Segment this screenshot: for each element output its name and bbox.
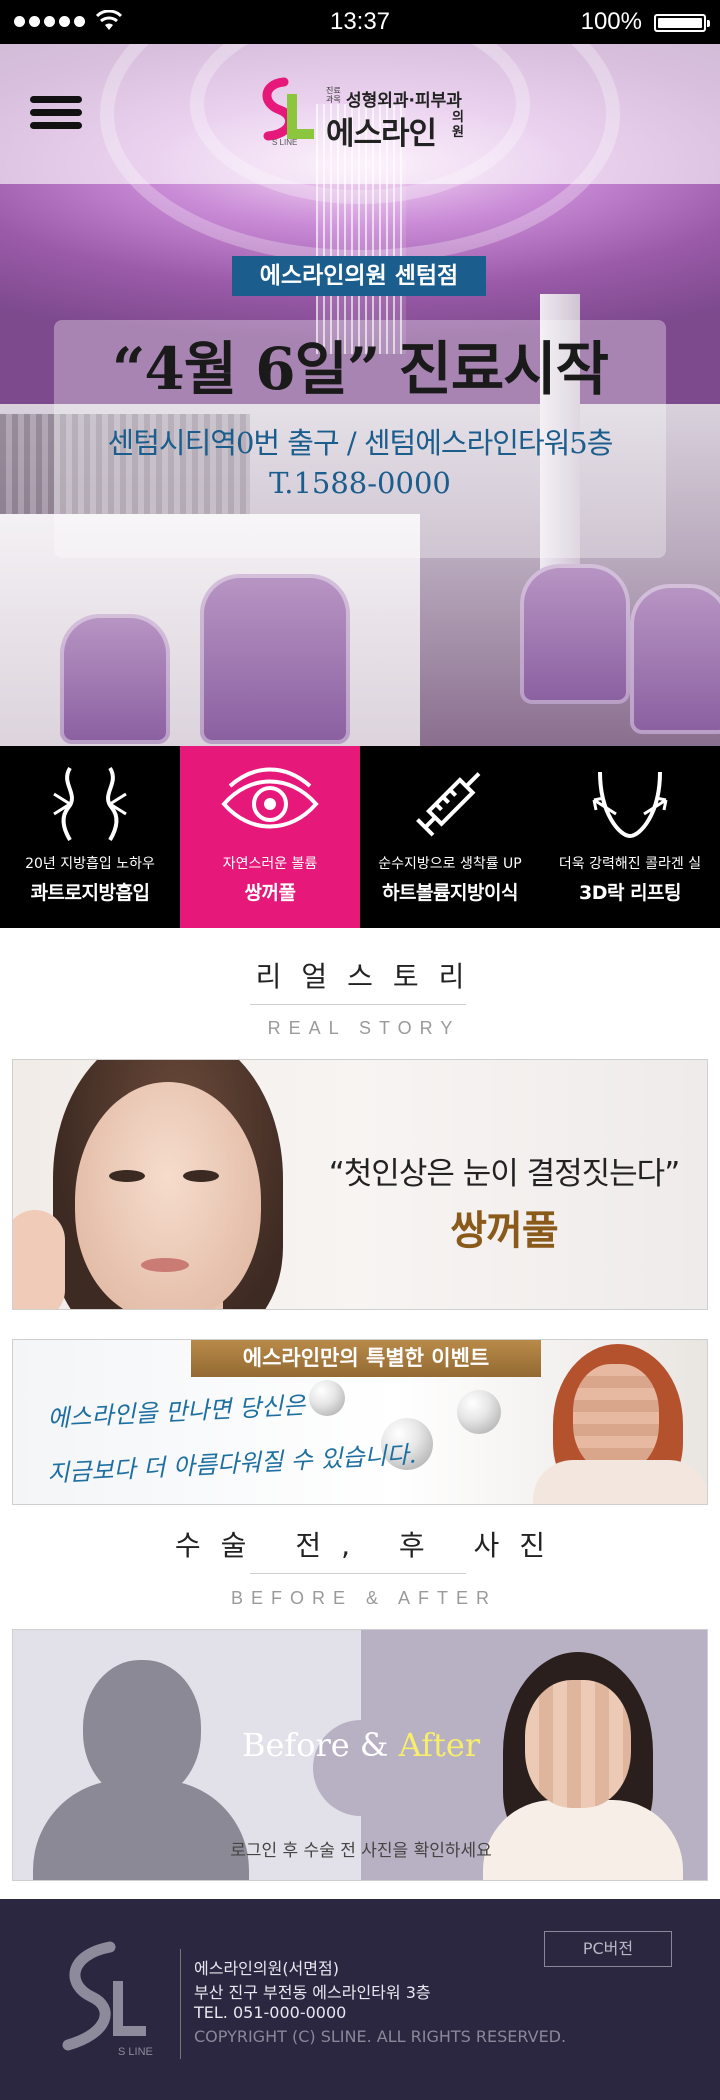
real-story-banner[interactable]: “첫인상은 눈이 결정짓는다” 쌍꺼풀 — [12, 1059, 708, 1310]
battery-percentage: 100% — [580, 8, 642, 35]
model-face-blurred — [573, 1364, 659, 1472]
banner-headline: 쌍꺼풀 — [450, 1208, 558, 1254]
lounge-chair — [200, 574, 350, 744]
hamburger-menu-icon[interactable] — [30, 96, 82, 132]
eye-icon — [221, 767, 319, 829]
service-name: 쌍꺼풀 — [244, 882, 296, 904]
hero-title: “4월 6일” 진료시작 — [112, 335, 609, 403]
battery-icon — [654, 14, 710, 32]
before-after-subheading: BEFORE & AFTER — [230, 1588, 498, 1608]
service-caption: 순수지방으로 생착률 UP — [378, 856, 522, 872]
footer-logo-text: S LINE — [118, 2046, 153, 2058]
service-menu: 20년 지방흡입 노하우 콰트로지방흡입 자연스러운 볼륨 쌍꺼풀 순수지방으로… — [0, 746, 720, 928]
logo-name-suffix: 의원 — [452, 110, 464, 140]
service-fat-graft[interactable]: 순수지방으로 생착률 UP 하트볼륨지방이식 — [360, 746, 540, 928]
status-bar: 13:37 100% — [0, 0, 720, 44]
before-after-banner[interactable]: Before & After 로그인 후 수술 전 사진을 확인하세요 — [12, 1629, 708, 1881]
event-tag: 에스라인만의 특별한 이벤트 — [191, 1340, 541, 1377]
pc-version-button[interactable]: PC버전 — [544, 1931, 672, 1967]
pearl-image — [309, 1380, 345, 1416]
lounge-chair — [520, 564, 630, 704]
liposuction-icon — [53, 766, 127, 842]
footer-divider — [180, 1949, 181, 2059]
before-label: Before — [241, 1726, 350, 1764]
model-face — [75, 1082, 261, 1309]
service-name: 콰트로지방흡입 — [30, 882, 150, 904]
before-after-title: Before & After — [13, 1726, 707, 1764]
service-caption: 자연스러운 볼륨 — [222, 856, 318, 872]
service-caption: 더욱 강력해진 콜라겐 실 — [558, 856, 702, 872]
login-notice: 로그인 후 수술 전 사진을 확인하세요 — [230, 1841, 492, 1861]
syringe-icon — [416, 772, 481, 837]
model-shoulders — [533, 1460, 707, 1504]
top-header: 진료과목 성형외과·피부과 에스라인 의원 S LINE — [0, 44, 720, 184]
model-hand — [13, 1210, 65, 1309]
lounge-chair — [60, 614, 170, 744]
footer: S LINE 에스라인의원(서면점) 부산 진구 부전동 에스라인타워 3층 T… — [0, 1899, 720, 2100]
footer-logo: S LINE — [62, 1941, 153, 2058]
event-banner[interactable]: 에스라인만의 특별한 이벤트 에스라인을 만나면 당신은 지금보다 더 아름다워… — [12, 1339, 708, 1505]
model-lips — [141, 1258, 189, 1272]
face-lift-icon — [592, 771, 668, 839]
event-copy-line: 지금보다 더 아름다워질 수 있습니다. — [46, 1440, 417, 1488]
model-eye — [109, 1170, 145, 1182]
logo-sub-label: 진료과목 — [326, 86, 341, 104]
copyright: COPYRIGHT (C) SLINE. ALL RIGHTS RESERVED… — [194, 2027, 567, 2046]
logo-wordmark: S LINE — [272, 138, 298, 147]
service-name: 하트볼륨지방이식 — [382, 882, 518, 904]
model-eye — [183, 1170, 219, 1182]
clinic-phone: TEL. 051-000-0000 — [194, 2003, 347, 2022]
lounge-chair — [630, 584, 720, 734]
section-divider — [250, 1573, 466, 1574]
clinic-address: 부산 진구 부전동 에스라인타워 3층 — [194, 1983, 431, 2002]
service-double-eyelid[interactable]: 자연스러운 볼륨 쌍꺼풀 — [180, 746, 360, 928]
real-story-subheading: REAL STORY — [267, 1018, 461, 1038]
hero-location: 센텀시티역0번 출구 / 센텀에스라인타워5층 — [107, 426, 614, 460]
service-caption: 20년 지방흡입 노하우 — [25, 856, 155, 872]
service-liposuction[interactable]: 20년 지방흡입 노하우 콰트로지방흡입 — [0, 746, 180, 928]
banner-quote: “첫인상은 눈이 결정짓는다” — [328, 1156, 681, 1192]
service-thread-lift[interactable]: 더욱 강력해진 콜라겐 실 3D락 리프팅 — [540, 746, 720, 928]
hero-banner[interactable]: 진료과목 성형외과·피부과 에스라인 의원 S LINE 에스라인의원 센텀점 … — [0, 44, 720, 746]
branch-badge: 에스라인의원 센텀점 — [232, 256, 486, 296]
pearl-image — [457, 1390, 501, 1434]
service-name: 3D락 리프팅 — [578, 882, 682, 904]
after-label: After — [398, 1726, 481, 1764]
event-copy-line: 에스라인을 만나면 당신은 — [46, 1391, 306, 1433]
clinic-name: 에스라인의원(서면점) — [194, 1959, 339, 1978]
ampersand-label: & — [359, 1726, 389, 1764]
hero-phone: T.1588-0000 — [269, 466, 451, 500]
logo-name: 에스라인 — [326, 116, 437, 152]
clinic-logo[interactable]: 진료과목 성형외과·피부과 에스라인 의원 S LINE — [256, 74, 476, 154]
real-story-heading: 리얼스토리 — [255, 960, 485, 993]
section-divider — [250, 1004, 466, 1005]
before-after-heading: 수술 전, 후 사진 — [174, 1529, 566, 1562]
